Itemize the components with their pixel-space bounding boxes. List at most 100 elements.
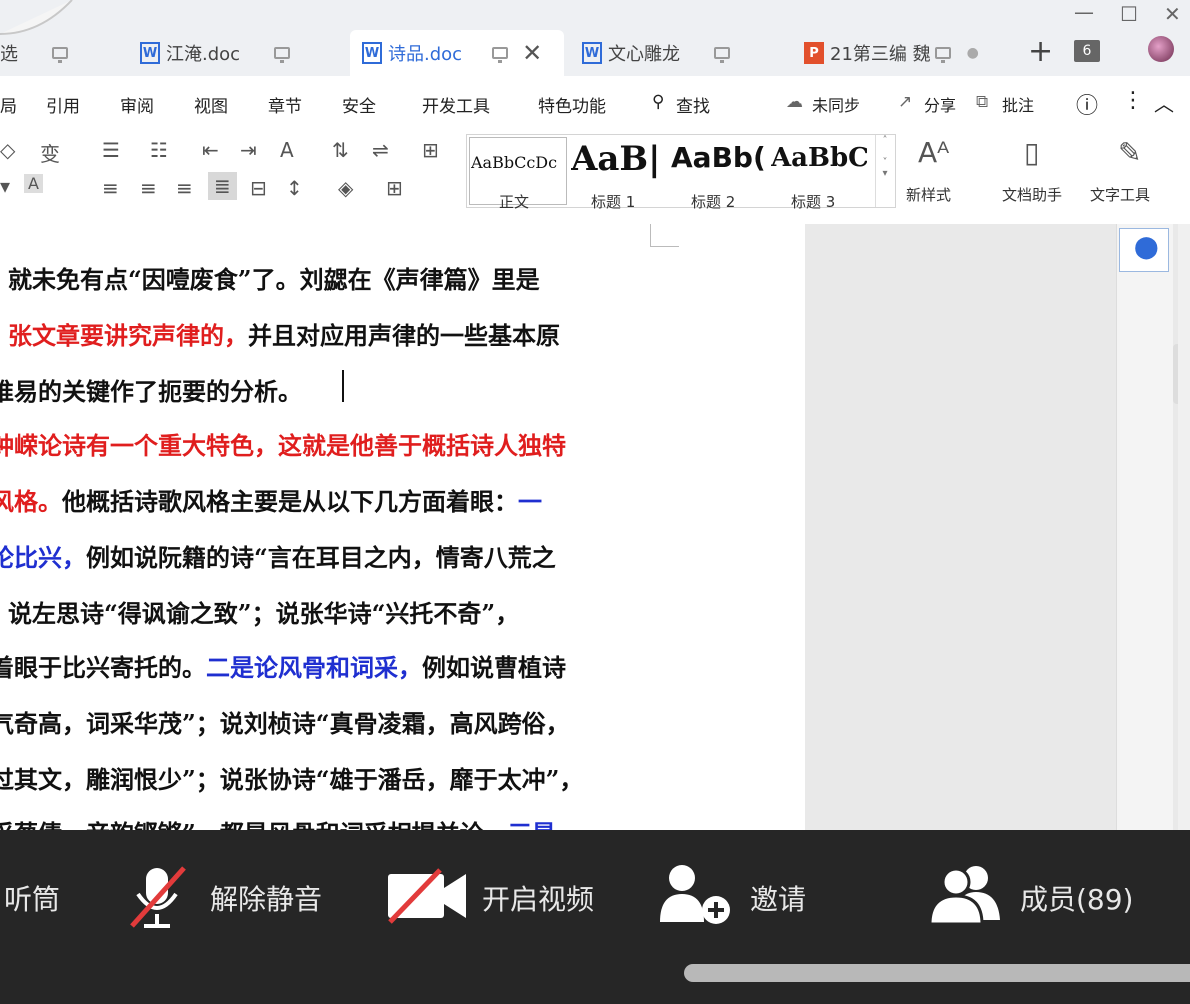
pin-icon[interactable]: [52, 47, 68, 63]
char-shading-icon[interactable]: A: [24, 174, 43, 193]
text-run: 一: [518, 487, 542, 516]
menu-bar: 局 引用 审阅 视图 章节 安全 开发工具 特色功能 ⚲ 查找 ☁ 未同步 ↗ …: [0, 76, 1190, 129]
text-direction-icon[interactable]: A: [280, 138, 294, 162]
eraser-icon[interactable]: ◇: [0, 138, 15, 162]
unmute-button[interactable]: 解除静音: [210, 878, 322, 918]
more-icon[interactable]: ⋮: [1122, 88, 1144, 113]
sync-status-button[interactable]: 未同步: [812, 92, 860, 116]
word-doc-icon: W: [140, 42, 160, 64]
tab-jiangyan[interactable]: W 江淹.doc: [128, 30, 346, 76]
increase-indent-icon[interactable]: ⇥: [240, 138, 257, 162]
borders-icon[interactable]: ⊞: [386, 176, 403, 200]
search-icon[interactable]: ⚲: [652, 92, 664, 112]
document-line: 风格。他概括诗歌风格主要是从以下几方面着眼：一: [0, 482, 790, 517]
distribute-icon[interactable]: ⊟: [250, 176, 267, 200]
menu-item-references[interactable]: 引用: [46, 92, 80, 117]
text-run: 着眼于比兴寄托的。: [0, 653, 206, 682]
tab-ppt[interactable]: P 21第三编 魏 ●: [792, 30, 1002, 76]
menu-item-developer[interactable]: 开发工具: [422, 92, 490, 117]
document-page[interactable]: 就未免有点“因噎废食”了。刘勰在《声律篇》里是 张文章要讲究声律的，并且对应用声律…: [0, 224, 805, 830]
tab-wenxin[interactable]: W 文心雕龙: [570, 30, 784, 76]
tab-shipin[interactable]: W 诗品.doc ✕: [350, 30, 564, 76]
text-run: 钟嵘论诗有一个重大特色，这就是他善于概括诗人独特: [0, 431, 566, 460]
phonetic-icon[interactable]: 变: [40, 138, 60, 167]
cloud-sync-icon: ☁: [786, 92, 803, 112]
text-run: 他概括诗歌风格主要是从以下几方面着眼：: [62, 487, 518, 516]
document-line: 说左思诗“得讽谕之致”；说张华诗“兴托不奇”，: [8, 594, 805, 629]
tab-label: 选: [0, 44, 18, 65]
justify-icon[interactable]: ≣: [208, 172, 237, 200]
numbered-list-icon[interactable]: ☷: [150, 138, 168, 162]
close-tab-icon[interactable]: ✕: [522, 41, 542, 65]
new-style-button[interactable]: 新样式: [906, 184, 951, 205]
style-normal-sample[interactable]: AaBbCcDc: [471, 153, 563, 172]
doc-helper-button[interactable]: 文档助手: [1002, 184, 1062, 205]
menu-item-find[interactable]: 查找: [676, 92, 710, 117]
members-button[interactable]: 成员(89): [1020, 878, 1133, 918]
text-tools-button[interactable]: 文字工具: [1090, 184, 1150, 205]
line-spacing-icon[interactable]: ⇌: [372, 138, 389, 162]
ppt-doc-icon: P: [804, 42, 824, 64]
text-run: 就未免有点“因噎废食”了。刘勰在《声律篇》里是: [8, 265, 540, 294]
pin-icon[interactable]: [714, 47, 730, 63]
table-borders-icon[interactable]: ⊞: [422, 138, 439, 162]
sort-icon[interactable]: ⇅: [332, 138, 349, 162]
menu-item-chapter[interactable]: 章节: [268, 92, 302, 117]
location-button[interactable]: ⬤: [1119, 228, 1169, 272]
new-tab-button[interactable]: +: [1028, 34, 1053, 69]
decrease-indent-icon[interactable]: ⇤: [202, 138, 219, 162]
help-icon[interactable]: ⓘ: [1076, 88, 1098, 120]
doc-helper-icon[interactable]: ▯: [1024, 136, 1039, 169]
text-run: 例如说阮籍的诗“言在耳目之内，情寄八荒之: [86, 543, 556, 572]
close-window-icon[interactable]: ✕: [1164, 2, 1181, 26]
pin-icon[interactable]: [274, 47, 291, 63]
earpiece-button[interactable]: 听筒: [4, 878, 60, 918]
menu-item-features[interactable]: 特色功能: [538, 92, 606, 117]
pin-icon[interactable]: [492, 47, 509, 63]
tab-partial[interactable]: 选: [0, 30, 120, 76]
bullet-list-icon[interactable]: ☰: [102, 138, 120, 162]
wrench-icon[interactable]: ✎: [1118, 136, 1141, 169]
video-off-icon[interactable]: [384, 866, 470, 926]
font-color-dropdown-icon[interactable]: ▾: [0, 174, 10, 198]
shading-icon[interactable]: ◈: [338, 176, 353, 200]
members-icon[interactable]: [928, 864, 1008, 926]
horizontal-scrollbar[interactable]: [684, 964, 1190, 982]
text-run: 二是论风骨和词采，: [206, 653, 422, 682]
invite-icon[interactable]: [658, 862, 738, 928]
text-run: 张文章要讲究声律的，: [8, 321, 248, 350]
align-right-icon[interactable]: ≡: [176, 176, 193, 200]
pin-icon[interactable]: [934, 47, 951, 63]
align-left-icon[interactable]: ≡: [102, 176, 119, 200]
start-video-button[interactable]: 开启视频: [482, 878, 594, 918]
paragraph-spacing-icon[interactable]: ↕: [286, 176, 303, 200]
word-doc-icon: W: [582, 42, 602, 64]
vertical-scrollbar[interactable]: [1178, 224, 1190, 830]
menu-item-security[interactable]: 安全: [342, 92, 376, 117]
collapse-ribbon-icon[interactable]: ︿: [1154, 88, 1174, 117]
document-line: 着眼于比兴寄托的。二是论风骨和词采，例如说曹植诗: [0, 648, 790, 683]
menu-item-layout[interactable]: 局: [0, 92, 17, 117]
invite-button[interactable]: 邀请: [750, 878, 806, 918]
document-line: 钟嵘论诗有一个重大特色，这就是他善于概括诗人独特: [0, 426, 790, 461]
avatar[interactable]: [1148, 36, 1174, 62]
menu-item-review[interactable]: 审阅: [120, 92, 154, 117]
align-center-icon[interactable]: ≡: [140, 176, 157, 200]
style-h3-sample[interactable]: AaBbC: [771, 143, 867, 173]
style-h3-label: 标题 3: [791, 193, 836, 211]
text-cursor: [342, 370, 344, 402]
new-style-icon[interactable]: Aᴬ: [918, 136, 949, 169]
comment-button[interactable]: 批注: [1002, 92, 1034, 116]
maximize-icon[interactable]: ☐: [1120, 2, 1138, 26]
document-line: 推易的关键作了扼要的分析。: [0, 372, 790, 407]
style-h1-sample[interactable]: AaB|: [571, 139, 669, 179]
minimize-icon[interactable]: —: [1074, 0, 1094, 24]
style-h2-sample[interactable]: AaBb(: [671, 141, 767, 174]
tab-count-badge[interactable]: 6: [1074, 40, 1100, 62]
style-gallery-scroll[interactable]: ˄ ˅ ▾: [875, 135, 894, 207]
mic-muted-icon[interactable]: [128, 864, 188, 930]
share-button[interactable]: 分享: [924, 92, 956, 116]
text-run: 说左思诗“得讽谕之致”；说张华诗“兴托不奇”，: [8, 599, 520, 628]
menu-item-view[interactable]: 视图: [194, 92, 228, 117]
meeting-control-bar: 听筒 解除静音 开启视频 邀请 成员(89): [0, 830, 1190, 1004]
